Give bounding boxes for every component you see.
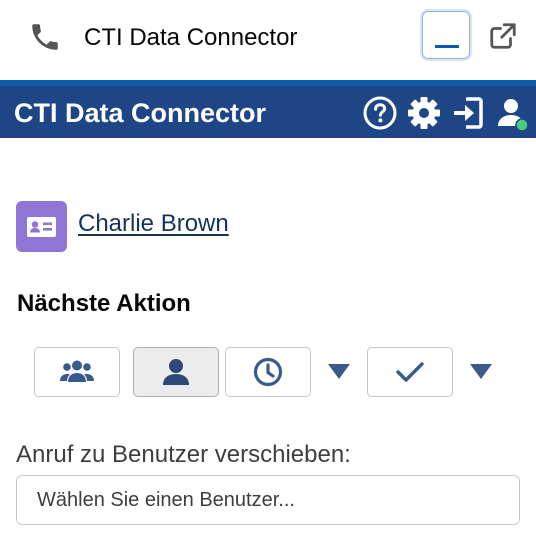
- clock-icon: [253, 357, 283, 387]
- app-header: CTI Data Connector: [0, 80, 536, 138]
- contact-card-icon: [16, 201, 67, 252]
- person-action-button[interactable]: [133, 347, 219, 397]
- user-status-icon[interactable]: [494, 96, 530, 132]
- clock-dropdown-arrow-icon[interactable]: [328, 364, 350, 380]
- contact-name-link[interactable]: Charlie Brown: [78, 210, 229, 238]
- check-icon: [396, 362, 424, 382]
- check-dropdown-arrow-icon[interactable]: [470, 364, 492, 380]
- utility-bar-title: CTI Data Connector: [84, 24, 298, 51]
- help-icon[interactable]: [363, 96, 397, 130]
- person-icon: [163, 359, 189, 385]
- transfer-user-label: Anruf zu Benutzer verschieben:: [16, 441, 351, 468]
- next-action-title: Nächste Aktion: [17, 290, 191, 317]
- user-select-input[interactable]: [16, 475, 520, 525]
- gear-icon[interactable]: [407, 96, 441, 130]
- minimize-icon: [435, 45, 459, 48]
- group-action-button[interactable]: [34, 347, 120, 397]
- utility-bar: CTI Data Connector: [0, 0, 536, 80]
- check-action-button[interactable]: [367, 347, 453, 397]
- clock-action-button[interactable]: [225, 347, 311, 397]
- minimize-button[interactable]: [422, 11, 470, 59]
- phone-icon: [32, 24, 58, 50]
- login-icon[interactable]: [451, 96, 485, 130]
- app-title: CTI Data Connector: [14, 98, 267, 128]
- popout-icon[interactable]: [488, 21, 518, 51]
- group-icon: [60, 360, 94, 382]
